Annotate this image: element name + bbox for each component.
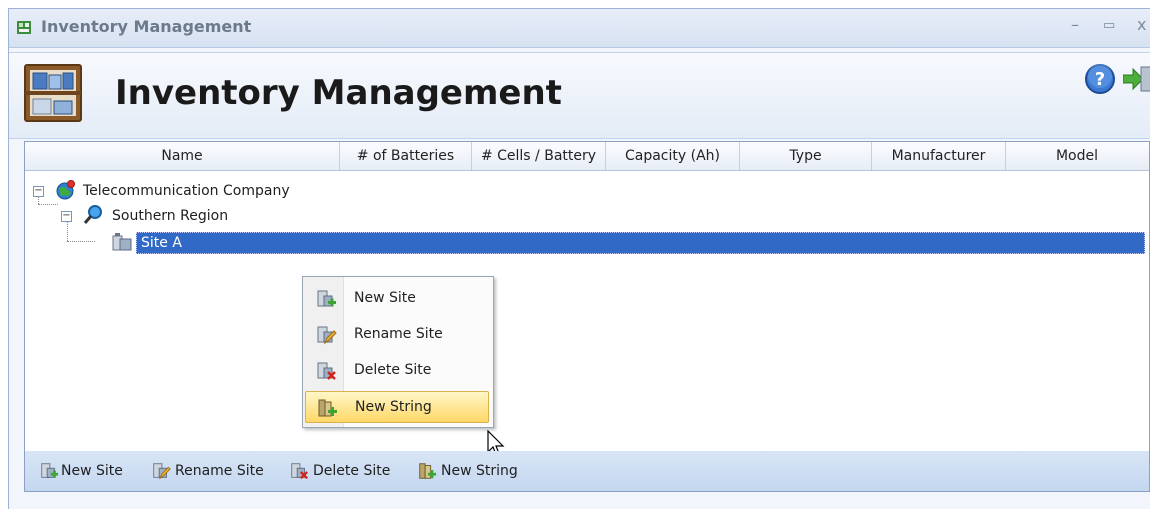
menu-item-label: Rename Site [354,326,443,342]
new-site-icon [317,290,336,307]
page-header: Inventory Management ? [9,52,1150,139]
bottom-toolbar: New Site Rename Site Delete Site New Str… [24,451,1150,492]
maximize-button[interactable]: ▭ [1103,18,1115,33]
column-header-name[interactable]: Name [25,142,340,170]
window-title: Inventory Management [41,17,252,36]
close-button[interactable]: x [1137,15,1146,34]
menu-item-label: New String [355,399,432,415]
app-icon [17,21,31,34]
toolbar-new-site-button[interactable]: New Site [39,459,131,483]
toolbar-label: New String [441,463,518,479]
toolbar-new-string-button[interactable]: New String [417,459,527,483]
collapse-region-toggle[interactable]: − [61,211,72,222]
menu-item-label: Delete Site [354,362,432,378]
toolbar-label: Delete Site [313,463,391,479]
menu-item-label: New Site [354,290,416,306]
column-header-capacity[interactable]: Capacity (Ah) [606,142,740,170]
toolbar-label: New Site [61,463,123,479]
page-title: Inventory Management [115,73,562,113]
tree-node-company[interactable]: Telecommunication Company [83,179,290,203]
toolbar-rename-site-button[interactable]: Rename Site [151,459,271,483]
tree-node-region[interactable]: Southern Region [112,204,228,228]
table-row-selected[interactable]: Site A [136,232,1145,254]
column-header-type[interactable]: Type [740,142,872,170]
new-string-icon [419,463,437,479]
new-site-icon [41,463,59,478]
delete-site-icon [317,362,336,380]
context-menu: New Site Rename Site Delete Site New Str… [302,276,494,428]
svg-text:?: ? [1095,69,1105,90]
menu-item-rename-site[interactable]: Rename Site [305,319,489,351]
inventory-shelf-icon [24,64,82,122]
minimize-button[interactable]: – [1071,15,1079,34]
column-header-manufacturer[interactable]: Manufacturer [872,142,1006,170]
toolbar-label: Rename Site [175,463,264,479]
menu-item-new-string[interactable]: New String [305,391,489,423]
battery-site-icon [112,233,132,251]
rename-site-icon [153,463,171,480]
column-header-batteries[interactable]: # of Batteries [340,142,472,170]
new-string-icon [318,399,337,417]
menu-item-delete-site[interactable]: Delete Site [305,355,489,387]
delete-site-icon [291,463,308,480]
tree-connector [38,204,58,205]
tree-connector [67,241,95,242]
exit-icon[interactable] [1123,63,1150,95]
tree-node-site[interactable]: Site A [141,233,182,253]
rename-site-icon [317,326,337,345]
column-header-cells-per-battery[interactable]: # Cells / Battery [472,142,606,170]
collapse-company-toggle[interactable]: − [33,186,44,197]
inventory-tree-grid[interactable]: Name # of Batteries # Cells / Battery Ca… [24,141,1150,453]
menu-item-new-site[interactable]: New Site [305,283,489,315]
column-header-model[interactable]: Model [1006,142,1148,170]
help-icon[interactable]: ? [1084,63,1116,95]
globe-icon [56,180,75,200]
toolbar-delete-site-button[interactable]: Delete Site [289,459,399,483]
title-bar: Inventory Management – ▭ x [9,9,1150,48]
grid-header: Name # of Batteries # Cells / Battery Ca… [25,142,1149,171]
magnifier-icon [83,205,102,224]
